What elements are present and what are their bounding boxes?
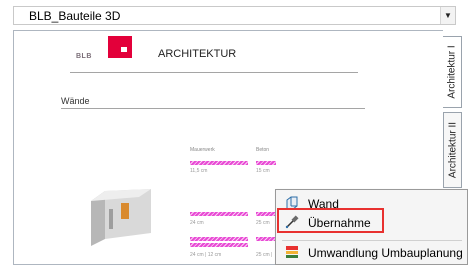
- tab-architektur-2[interactable]: Architektur II: [443, 112, 462, 188]
- component-library-dropdown[interactable]: BLB_Bauteile 3D ▼: [13, 6, 456, 25]
- swatch-label: 11,5 cm: [190, 168, 208, 174]
- logo-text: BLB: [76, 53, 92, 60]
- column-heading: Mauerwerk: [190, 147, 215, 153]
- highlight-frame: [277, 208, 384, 233]
- column-heading: Beton: [256, 147, 270, 153]
- wall-material-swatch[interactable]: [256, 161, 276, 165]
- chevron-down-icon[interactable]: ▼: [440, 7, 455, 24]
- tab-label: Architektur I: [446, 45, 458, 99]
- menu-item-label: Umwandlung Umbauplanung: [308, 246, 463, 260]
- conversion-icon: [286, 246, 298, 258]
- wall-material-swatch[interactable]: [190, 237, 248, 241]
- wall-material-swatch[interactable]: [256, 212, 276, 216]
- menu-item-umwandlung-umbauplanung[interactable]: Umwandlung Umbauplanung: [282, 243, 463, 262]
- swatch-label: 25 cm |: [256, 252, 273, 258]
- wall-preview-image[interactable]: [91, 181, 161, 246]
- wall-material-swatch[interactable]: [190, 212, 248, 216]
- tab-label: Architektur II: [447, 121, 458, 179]
- swatch-label: 15 cm: [256, 168, 270, 174]
- tab-architektur-1[interactable]: Architektur I: [443, 36, 462, 108]
- dropdown-value: BLB_Bauteile 3D: [29, 9, 121, 23]
- swatch-label: 24 cm | 12 cm: [190, 252, 222, 258]
- section-divider: [61, 108, 365, 109]
- wall-material-swatch[interactable]: [190, 161, 248, 165]
- title-divider: [70, 72, 358, 73]
- menu-separator: [282, 240, 462, 241]
- swatch-label: 24 cm: [190, 220, 204, 226]
- wall-material-swatch[interactable]: [190, 243, 248, 247]
- document-title: ARCHITEKTUR: [158, 48, 237, 60]
- wall-material-swatch[interactable]: [256, 237, 276, 241]
- swatch-label: 25 cm: [256, 220, 270, 226]
- blb-logo: [108, 36, 132, 58]
- section-label: Wände: [61, 96, 90, 106]
